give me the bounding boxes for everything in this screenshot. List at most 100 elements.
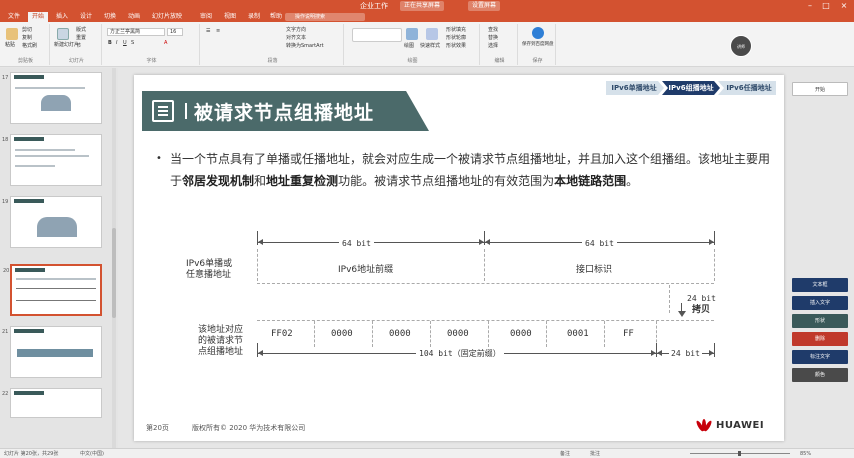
slide-thumbnail[interactable]: 21 [2,326,102,378]
solicited-node-label: 点组播地址 [198,347,244,357]
field-dash [714,249,715,281]
editing-group: 查找 替换 选择 编辑 [482,24,518,65]
font-size-select[interactable]: 16 [167,28,183,36]
scrollbar-thumb[interactable] [112,228,116,318]
slide-thumbnail[interactable]: 19 [2,196,102,248]
save-group-label: 保存 [532,58,543,64]
select-button[interactable]: 选择 [488,43,498,50]
text-direction-button[interactable]: 文字方向 [286,27,306,34]
panel-item[interactable]: 颜色 [792,368,848,382]
slide-thumbnail-selected[interactable]: 20 [3,264,102,316]
shapes-gallery[interactable] [352,28,402,42]
font-color-button[interactable]: A [164,40,167,47]
panel-item[interactable]: 删除 [792,332,848,346]
save-to-cloud-button[interactable]: 保存到百度网盘 [522,41,554,48]
slides-group-label: 幻灯片 [68,58,84,64]
slide-thumbnail[interactable]: 17 [2,72,102,124]
huawei-logo: HUAWEI [694,419,774,433]
convert-smartart-button[interactable]: 转换为SmartArt [286,43,324,50]
hex-group: 0000 [510,329,532,339]
unicast-anycast-label: IPv6单播或 [186,259,233,269]
font-group-label: 字体 [146,58,157,64]
sharing-indicator[interactable]: 正在共享屏幕 [400,1,445,11]
webcam-avatar: 讲师 [730,35,752,57]
share-settings-button[interactable]: 设置屏幕 [468,1,501,11]
shape-effects-button[interactable]: 形状效果 [446,43,466,50]
underline-button[interactable]: U [123,40,127,47]
thumbnail-title-bar [15,268,45,272]
panel-start-button[interactable]: 开始 [792,82,848,96]
tab-home[interactable]: 开始 [28,12,49,22]
zoom-level[interactable]: 85% [800,449,811,458]
slide-canvas[interactable]: 被请求节点组播地址 IPv6单播地址 IPv6组播地址 IPv6任播地址 • 当… [134,75,784,441]
font-name-select[interactable]: 方正兰亭黑简 [107,28,165,36]
tab-transitions[interactable]: 切换 [100,12,120,22]
quick-styles-button[interactable]: 快速样式 [420,43,440,50]
panel-item[interactable]: 插入文字 [792,296,848,310]
shape-fill-button[interactable]: 形状填充 [446,27,466,34]
font-group: 方正兰亭黑简 16 B I U S A 字体 [104,24,200,65]
panel-item[interactable]: 形状 [792,314,848,328]
tab-review[interactable]: 审阅 [196,12,216,22]
slide-thumbnail[interactable]: 18 [2,134,102,186]
paste-button[interactable]: 粘贴 [5,42,15,49]
tab-insert[interactable]: 插入 [52,12,72,22]
tab-slideshow[interactable]: 幻灯片放映 [148,12,186,22]
unicast-anycast-label: 任意播地址 [186,270,232,280]
bold-button[interactable]: B [108,40,112,47]
cloud-save-icon [532,27,544,39]
slide-title: 被请求节点组播地址 [194,102,375,124]
breadcrumb-unicast[interactable]: IPv6单播地址 [606,81,662,95]
title-bar: 企业工作 正在共享屏幕 设置屏幕 – □ × [0,0,854,12]
tab-view[interactable]: 视图 [220,12,240,22]
bit-label-24: 24 bit [669,348,702,359]
reset-button[interactable]: 重置 [76,35,86,42]
shadow-button[interactable]: S [131,40,134,47]
slide-thumbnail[interactable]: 22 [2,388,102,418]
thumbnail-title-bar [14,199,44,203]
shape-outline-button[interactable]: 形状轮廓 [446,35,466,42]
arrow-right-icon [651,350,656,356]
copy-arrow-icon [678,311,686,317]
solicited-node-label: 该地址对应 [198,325,244,335]
huawei-wordmark: HUAWEI [716,420,765,431]
close-button[interactable]: × [836,0,852,12]
notes-button[interactable]: 备注 [560,449,570,458]
breadcrumb-multicast[interactable]: IPv6组播地址 [664,81,718,95]
cut-button[interactable]: 剪切 [22,27,32,34]
bullet-bold-term: 本地链路范围 [554,174,627,188]
hex-group: FF02 [271,329,293,339]
thumbnail-scrollbar[interactable] [112,68,116,448]
tab-help[interactable]: 帮助 [266,12,286,22]
thumbnail-number: 17 [2,75,9,81]
panel-item[interactable]: 文本框 [792,278,848,292]
thumbnail-diagram [41,95,71,111]
find-button[interactable]: 查找 [488,27,498,34]
section-button[interactable]: 节 [76,43,81,50]
minimize-button[interactable]: – [802,0,818,12]
tab-design[interactable]: 设计 [76,12,96,22]
tab-record[interactable]: 录制 [244,12,264,22]
align-text-button[interactable]: 对齐文本 [286,35,306,42]
tell-me-search[interactable]: 操作说明搜索 [285,13,365,21]
italic-button[interactable]: I [116,40,117,47]
panel-item[interactable]: 标注文字 [792,350,848,364]
replace-button[interactable]: 替换 [488,35,498,42]
breadcrumb-anycast[interactable]: IPv6任播地址 [722,81,776,95]
tab-animations[interactable]: 动画 [124,12,144,22]
numbering-icon[interactable]: ≡ [216,28,220,35]
bit-label-64-iface: 64 bit [582,238,617,249]
zoom-slider[interactable] [690,451,790,456]
copy-button[interactable]: 复制 [22,35,32,42]
ribbon-tabs: 文件 开始 插入 设计 切换 动画 幻灯片放映 审阅 视图 录制 帮助 操作说明… [0,12,854,22]
zoom-slider-thumb[interactable] [738,451,741,456]
language-indicator[interactable]: 中文(中国) [80,449,104,458]
format-painter-button[interactable]: 格式刷 [22,43,37,50]
comments-button[interactable]: 批注 [590,449,600,458]
draw-button[interactable]: 绘图 [404,43,414,50]
maximize-button[interactable]: □ [818,0,834,12]
layout-button[interactable]: 版式 [76,27,86,34]
thumbnail-title-bar [14,137,44,141]
bullets-icon[interactable]: ☰ [206,28,210,35]
tab-file[interactable]: 文件 [4,12,24,22]
